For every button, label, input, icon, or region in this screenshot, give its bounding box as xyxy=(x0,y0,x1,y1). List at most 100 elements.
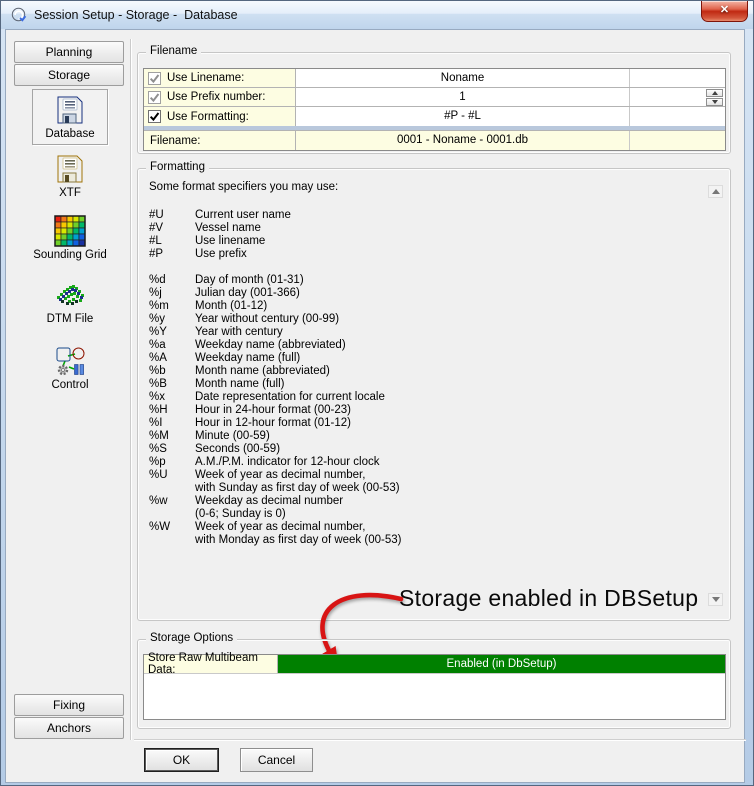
specifier-gap xyxy=(149,261,401,274)
sidebar-item-label: Control xyxy=(51,379,89,391)
scroll-down-button[interactable] xyxy=(708,593,723,606)
row-value-field[interactable]: 1 xyxy=(296,88,630,106)
row-extra-cell xyxy=(630,131,725,150)
spinner-up-button[interactable] xyxy=(706,89,723,97)
specifier-description: Month (01-12) xyxy=(195,300,268,312)
specifier-code: %B xyxy=(149,378,167,390)
scroll-up-button[interactable] xyxy=(708,185,723,198)
checkbox-use-prefix-number[interactable] xyxy=(148,90,161,104)
specifier-code: %A xyxy=(149,352,167,364)
specifier-description: Date representation for current locale xyxy=(195,391,385,403)
sidebar-button-storage[interactable]: Storage xyxy=(14,64,124,86)
specifier-line: #P Use prefix xyxy=(149,248,401,261)
specifier-line: %B Month name (full) xyxy=(149,378,401,391)
filename-table: Use Linename: Noname Use Prefix number: 1 Us… xyxy=(143,68,726,151)
specifier-code: %S xyxy=(149,443,167,455)
footer-divider xyxy=(134,739,746,741)
specifier-description: Month name (full) xyxy=(195,378,285,390)
sidebar-item-label: Database xyxy=(45,128,95,140)
sidebar-bottom-buttons: Fixing Anchors xyxy=(9,694,129,740)
sidebar-button-fixing[interactable]: Fixing xyxy=(14,694,124,716)
sidebar-item-xtf[interactable]: XTF xyxy=(32,153,108,199)
row-extra-cell xyxy=(630,88,725,106)
specifier-description: Use linename xyxy=(195,235,266,247)
sidebar-item-sounding-grid[interactable]: Sounding Grid xyxy=(32,215,108,261)
formatting-intro: Some format specifiers you may use: xyxy=(149,181,339,193)
sidebar-item-label: XTF xyxy=(59,187,81,199)
control-icon xyxy=(54,345,86,377)
window-title: Session Setup - Storage - Database xyxy=(34,8,238,22)
row-label-cell: Use Prefix number: xyxy=(144,88,296,106)
specifier-description: Weekday name (full) xyxy=(195,352,301,364)
specifier-code xyxy=(149,482,195,495)
sounding-grid-icon xyxy=(54,215,86,247)
title-bar[interactable]: Session Setup - Storage - Database ✕ xyxy=(1,1,753,29)
row-label: Use Formatting: xyxy=(167,110,249,123)
close-icon: ✕ xyxy=(719,4,730,16)
specifier-description: with Monday as first day of week (00-53) xyxy=(195,534,402,546)
specifier-code: %p xyxy=(149,456,166,468)
prefix-number-stepper[interactable] xyxy=(706,89,723,106)
storage-options-group: Storage Options Store Raw Multibeam Data… xyxy=(137,632,731,729)
storage-option-row: Store Raw Multibeam Data: Enabled (in Db… xyxy=(144,652,725,676)
specifier-line: %U Week of year as decimal number, xyxy=(149,469,401,482)
row-label: Filename: xyxy=(150,134,201,147)
specifier-code: %d xyxy=(149,274,166,286)
table-row-use-linename: Use Linename: Noname xyxy=(144,69,725,88)
specifier-line: #L Use linename xyxy=(149,235,401,248)
sidebar-item-control[interactable]: Control xyxy=(32,345,108,391)
specifier-code: %m xyxy=(149,300,169,312)
annotation-text: Storage enabled in DBSetup xyxy=(399,585,699,611)
specifier-line: %x Date representation for current locale xyxy=(149,391,401,404)
specifier-line: %b Month name (abbreviated) xyxy=(149,365,401,378)
specifier-description: (0-6; Sunday is 0) xyxy=(195,508,286,520)
specifier-description: Year without century (00-99) xyxy=(195,313,340,325)
sidebar-item-dtm-file[interactable]: DTM File xyxy=(32,279,108,325)
row-label-cell: Use Linename: xyxy=(144,69,296,87)
specifier-line: %S Seconds (00-59) xyxy=(149,443,401,456)
sidebar-item-database[interactable]: Database xyxy=(32,89,108,145)
sidebar-top-buttons: Planning Storage xyxy=(9,41,129,86)
row-label: Use Linename: xyxy=(167,72,245,84)
sidebar-button-anchors[interactable]: Anchors xyxy=(14,717,124,739)
store-raw-multibeam-label: Store Raw Multibeam Data: xyxy=(144,652,278,676)
specifier-description: Vessel name xyxy=(195,222,261,234)
sidebar-item-label: Sounding Grid xyxy=(33,249,107,261)
specifier-line: %M Minute (00-59) xyxy=(149,430,401,443)
ok-button[interactable]: OK xyxy=(144,748,219,772)
specifier-description: Year with century xyxy=(195,326,283,338)
specifier-code: #V xyxy=(149,222,164,234)
specifier-line: %Y Year with century xyxy=(149,326,401,339)
table-row-use-prefix-number: Use Prefix number: 1 xyxy=(144,88,725,107)
specifier-description: with Sunday as first day of week (00-53) xyxy=(195,482,400,494)
specifier-code: %y xyxy=(149,313,165,325)
specifier-line: %a Weekday name (abbreviated) xyxy=(149,339,401,352)
specifier-code: %w xyxy=(149,495,168,507)
specifier-line: %p A.M./P.M. indicator for 12-hour clock xyxy=(149,456,401,469)
spinner-down-button[interactable] xyxy=(706,98,723,106)
filename-group: Filename Use Linename: Noname Use Prefix n… xyxy=(137,45,731,154)
formatting-group-title: Formatting xyxy=(146,161,209,173)
specifier-description: Week of year as decimal number, xyxy=(195,521,366,533)
scroll-down-icon xyxy=(711,597,720,602)
row-value-field[interactable]: Noname xyxy=(296,69,630,87)
specifier-line: %H Hour in 24-hour format (00-23) xyxy=(149,404,401,417)
checkbox-use-linename[interactable] xyxy=(148,71,161,85)
formatting-group: Formatting Some format specifiers you ma… xyxy=(137,161,731,621)
scroll-up-icon xyxy=(711,189,720,194)
sidebar-item-label: DTM File xyxy=(46,313,94,325)
specifier-line: (0-6; Sunday is 0) xyxy=(149,508,401,521)
sidebar-button-planning[interactable]: Planning xyxy=(14,41,124,63)
filename-group-title: Filename xyxy=(146,45,202,57)
storage-options-title: Storage Options xyxy=(146,632,238,644)
specifier-code: %U xyxy=(149,469,168,481)
table-row-filename-result: Filename: 0001 - Noname - 0001.db xyxy=(144,131,725,150)
specifier-description: Month name (abbreviated) xyxy=(195,365,330,377)
specifier-code: %Y xyxy=(149,326,167,338)
specifier-description: Use prefix xyxy=(195,248,247,260)
checkbox-use-formatting[interactable] xyxy=(148,110,161,123)
cancel-button[interactable]: Cancel xyxy=(240,748,313,772)
specifier-line: with Sunday as first day of week (00-53) xyxy=(149,482,401,495)
row-value-field[interactable]: #P - #L xyxy=(296,107,630,126)
close-button[interactable]: ✕ xyxy=(701,1,748,22)
